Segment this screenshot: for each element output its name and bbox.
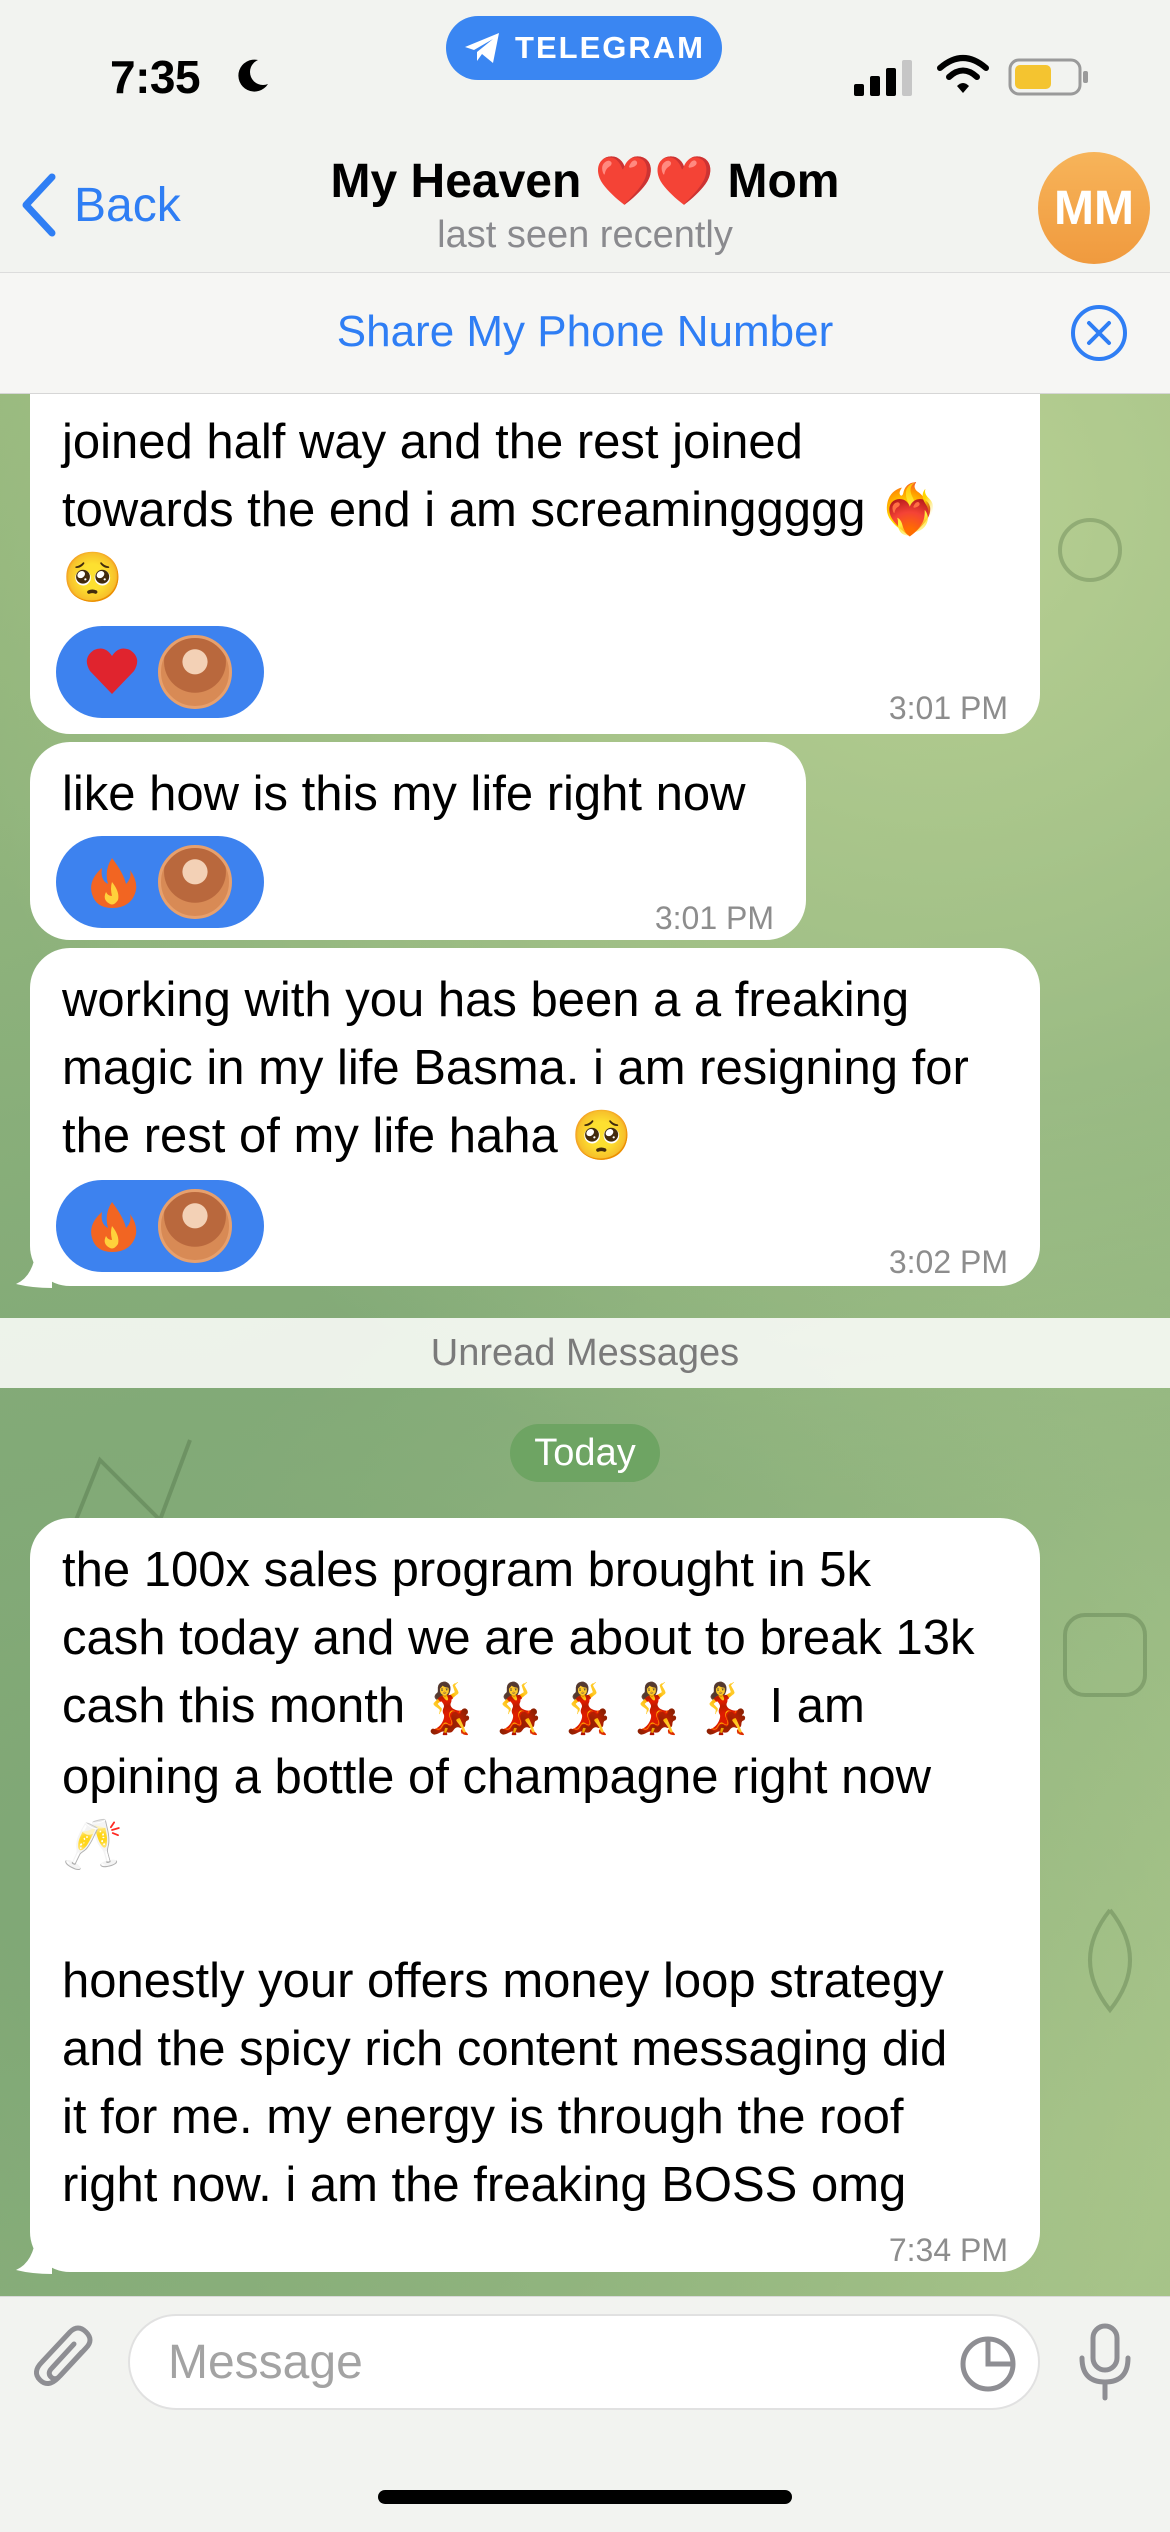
telegram-icon xyxy=(465,33,500,63)
reactor-avatar xyxy=(158,1189,232,1263)
share-phone-bar[interactable]: Share My Phone Number xyxy=(0,272,1170,394)
back-label: Back xyxy=(74,178,181,232)
reactor-avatar xyxy=(158,635,232,709)
doodle-icon xyxy=(1063,1613,1147,1697)
status-time: 7:35 xyxy=(110,51,201,103)
reactor-avatar xyxy=(158,845,232,919)
telegram-return-pill[interactable]: TELEGRAM xyxy=(446,16,722,80)
signal-icon xyxy=(854,60,912,96)
message-time: 7:34 PM xyxy=(888,2232,1008,2268)
contact-avatar[interactable]: MM xyxy=(1038,152,1150,264)
reaction-chip[interactable] xyxy=(56,836,264,928)
dancer-emoji: 💃 xyxy=(487,1682,549,1737)
moon-icon xyxy=(238,59,268,92)
doodle-icon xyxy=(1058,518,1122,582)
back-button[interactable]: Back xyxy=(20,170,181,240)
close-circle-icon[interactable] xyxy=(1068,302,1130,364)
wifi-icon xyxy=(937,55,989,93)
dancer-emoji: 💃 xyxy=(418,1682,480,1737)
heart-icon xyxy=(86,648,138,694)
back-chevron-icon xyxy=(22,173,56,237)
battery-icon xyxy=(1008,58,1088,96)
dancer-emoji-row: 💃 💃 💃 💃 💃 xyxy=(419,1675,756,1743)
unread-messages-separator: Unread Messages xyxy=(0,1318,1170,1388)
chat-subtitle: last seen recently xyxy=(437,214,733,256)
doodle-icon xyxy=(1088,1908,1132,2014)
sticker-icon[interactable] xyxy=(958,2334,1018,2394)
message-text: joined half way and the rest joined towa… xyxy=(62,415,941,605)
message-text-part: I am opining a bottle of champagne right… xyxy=(62,1679,948,2213)
message-time: 3:02 PM xyxy=(888,1244,1008,1280)
dancer-emoji: 💃 xyxy=(556,1682,618,1737)
fire-icon xyxy=(91,858,137,908)
dancer-emoji: 💃 xyxy=(694,1682,756,1737)
share-phone-label[interactable]: Share My Phone Number xyxy=(0,307,1170,357)
chat-title[interactable]: My Heaven ❤️❤️ Mom xyxy=(280,152,890,209)
dancer-emoji: 💃 xyxy=(625,1682,687,1737)
fire-icon xyxy=(91,1202,137,1252)
message-input[interactable] xyxy=(128,2314,1040,2410)
reaction-chip[interactable] xyxy=(56,626,264,718)
message-text: working with you has been a a freaking m… xyxy=(62,973,969,1163)
telegram-label: TELEGRAM xyxy=(515,30,705,65)
message-bubble[interactable]: like how is this my life right now 3:01 … xyxy=(30,742,806,940)
date-chip: Today xyxy=(510,1424,660,1482)
bubble-tail xyxy=(16,2234,52,2274)
message-time: 3:01 PM xyxy=(888,690,1008,726)
bubble-tail xyxy=(16,1248,52,1288)
reaction-chip[interactable] xyxy=(56,1180,264,1272)
attach-icon[interactable] xyxy=(30,2322,100,2398)
message-bubble[interactable]: working with you has been a a freaking m… xyxy=(30,948,1040,1286)
message-time: 3:01 PM xyxy=(654,900,774,936)
message-bubble[interactable]: the 100x sales program brought in 5k cas… xyxy=(30,1518,1040,2272)
home-indicator[interactable] xyxy=(378,2490,792,2504)
microphone-icon[interactable] xyxy=(1076,2322,1134,2402)
message-text: the 100x sales program brought in 5k cas… xyxy=(62,1536,1008,2219)
message-text: like how is this my life right now xyxy=(62,767,746,821)
